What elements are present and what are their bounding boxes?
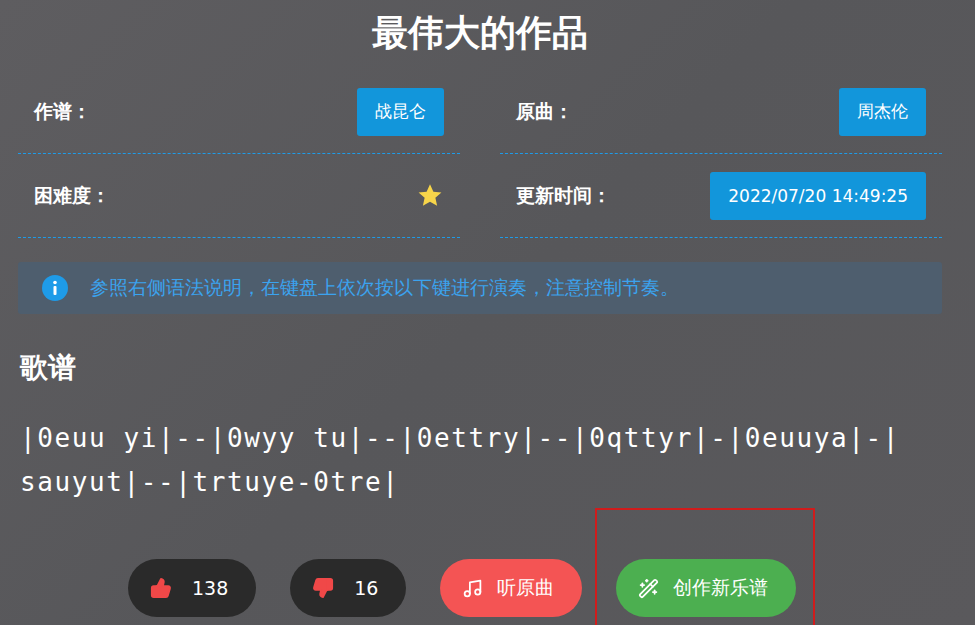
music-icon [462,578,483,599]
info-row: 困难度： [18,154,460,238]
page: 最伟大的作品作谱： 战昆仑 原曲： 周杰伦困难度： 更新时间： 2022/07/20 14… [0,0,975,625]
pen-icon [638,578,659,599]
info-label: 作谱： [34,99,91,125]
score-line: sauyut|--|trtuye-0tre| [20,460,942,504]
score: |0euu yi|--|0wyy tu|--|0ettry|--|0qttyr|… [18,416,942,504]
score-heading: 歌谱 [20,350,942,386]
info-icon [42,275,68,301]
notice-text: 参照右侧语法说明，在键盘上依次按以下键进行演奏，注意控制节奏。 [90,275,679,301]
listen-button[interactable]: 听原曲 [440,559,582,617]
like-button[interactable]: 138 [128,559,256,617]
create-button[interactable]: 创作新乐谱 [616,559,796,617]
info-label: 原曲： [516,99,573,125]
info-tag[interactable]: 2022/07/20 14:49:25 [710,172,926,220]
score-line: |0euu yi|--|0wyy tu|--|0ettry|--|0qttyr|… [20,416,942,460]
thumbs-down-icon [312,577,334,599]
action-wrap: 听原曲 [440,559,582,617]
info-label: 困难度： [34,183,110,209]
info-tag[interactable]: 周杰伦 [839,88,926,136]
notice: 参照右侧语法说明，在键盘上依次按以下键进行演奏，注意控制节奏。 [18,262,942,314]
difficulty-stars [416,182,444,210]
info-row: 更新时间： 2022/07/20 14:49:25 [500,154,942,238]
action-wrap: 16 [290,559,406,617]
info-tag[interactable]: 战昆仑 [357,88,444,136]
star-icon [416,182,444,210]
highlight-box [595,508,815,625]
action-wrap: 138 [128,559,256,617]
info-row: 作谱： 战昆仑 [18,70,460,154]
info-row: 原曲： 周杰伦 [500,70,942,154]
dislike-button[interactable]: 16 [290,559,406,617]
info-label: 更新时间： [516,183,611,209]
thumbs-up-icon [150,577,172,599]
action-wrap: 创作新乐谱 [616,559,796,617]
info-grid: 作谱： 战昆仑 原曲： 周杰伦困难度： 更新时间： 2022/07/20 14:49:25 [18,70,942,238]
action-bar: 138 16 听原曲创作新乐谱 [18,559,942,617]
song-title: 最伟大的作品 [18,10,942,56]
